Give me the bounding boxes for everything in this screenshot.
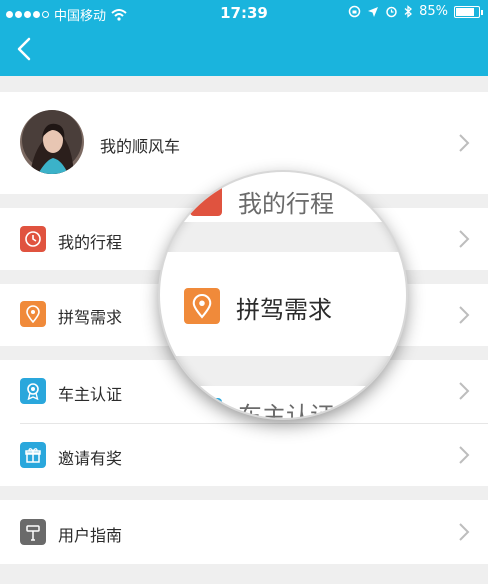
menu-item-label: 我的行程 — [58, 233, 123, 252]
menu-item-label: 车主认证 — [58, 385, 123, 404]
battery-percent: 85% — [419, 4, 448, 19]
chevron-right-icon — [459, 523, 470, 541]
signpost-icon — [20, 519, 46, 545]
menu-item-label: 拼驾需求 — [58, 308, 123, 327]
magnifier-lens: 我的行程 拼驾需求 车主认证 — [160, 172, 406, 418]
magnified-label: 我的行程 — [238, 190, 334, 218]
location-pin-icon — [20, 301, 46, 327]
badge-icon — [190, 398, 222, 418]
status-bar: 中国移动 17:39 85% — [0, 0, 488, 26]
profile-label: 我的顺风车 — [100, 137, 181, 156]
battery-icon — [454, 5, 483, 18]
back-button[interactable] — [14, 36, 38, 62]
location-pin-icon — [184, 288, 220, 324]
chevron-right-icon — [459, 382, 470, 400]
avatar — [20, 110, 84, 174]
gift-icon — [20, 442, 46, 468]
clock-icon — [190, 184, 222, 216]
chevron-right-icon — [459, 306, 470, 324]
alarm-icon — [386, 6, 397, 18]
chevron-right-icon — [459, 230, 470, 248]
bluetooth-icon — [404, 5, 413, 18]
app-header: 中国移动 17:39 85% — [0, 0, 488, 76]
clock-icon — [20, 226, 46, 252]
rotation-lock-icon — [348, 5, 361, 18]
badge-icon — [20, 378, 46, 404]
chevron-right-icon — [459, 446, 470, 464]
location-arrow-icon — [368, 6, 379, 17]
menu-item-label: 用户指南 — [58, 526, 123, 545]
chevron-right-icon — [459, 134, 470, 152]
magnified-label: 车主认证 — [238, 402, 334, 418]
menu-item-label: 邀请有奖 — [58, 449, 123, 468]
status-right: 85% — [348, 4, 483, 19]
magnified-label: 拼驾需求 — [236, 296, 332, 324]
